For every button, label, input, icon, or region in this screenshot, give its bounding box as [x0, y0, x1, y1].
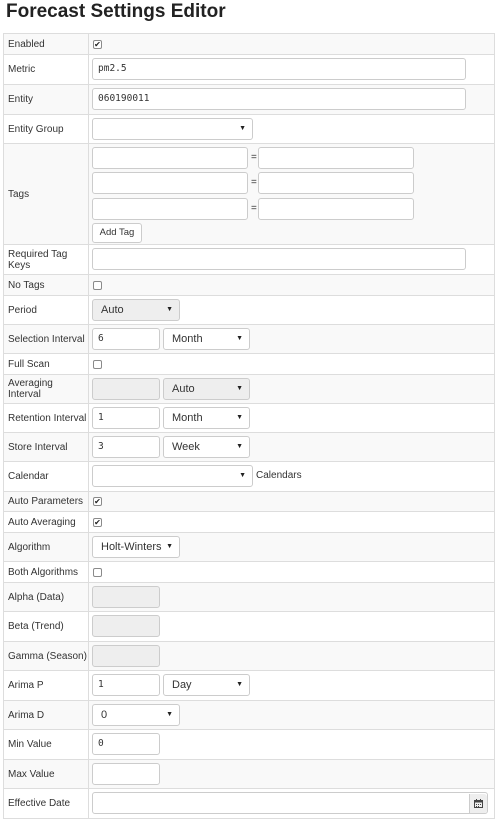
- metric-input[interactable]: pm2.5: [92, 58, 466, 80]
- chevron-down-icon: ▼: [236, 335, 243, 342]
- chevron-down-icon: ▼: [236, 385, 243, 392]
- enabled-checkbox[interactable]: ✔: [93, 40, 102, 49]
- chevron-down-icon: ▼: [239, 472, 246, 479]
- required-tag-keys-input[interactable]: [92, 248, 466, 270]
- entity-group-select[interactable]: ▼: [92, 118, 253, 140]
- selection-interval-unit-select[interactable]: Month ▼: [163, 328, 250, 350]
- chevron-down-icon: ▼: [236, 414, 243, 421]
- page-title: Forecast Settings Editor: [6, 1, 226, 22]
- alpha-input[interactable]: [92, 586, 160, 608]
- no-tags-label: No Tags: [3, 274, 89, 296]
- entity-label: Entity: [3, 84, 89, 115]
- no-tags-checkbox[interactable]: [93, 281, 102, 290]
- entity-group-label: Entity Group: [3, 114, 89, 144]
- max-value-label: Max Value: [3, 759, 89, 789]
- beta-label: Beta (Trend): [3, 611, 89, 642]
- store-interval-unit-select[interactable]: Week ▼: [163, 436, 250, 458]
- alpha-label: Alpha (Data): [3, 582, 89, 612]
- calendar-select[interactable]: ▼: [92, 465, 253, 487]
- averaging-interval-label: Averaging Interval: [3, 374, 89, 404]
- arima-p-unit-select[interactable]: Day ▼: [163, 674, 250, 696]
- tag-name-input-2[interactable]: [92, 172, 248, 194]
- both-algorithms-checkbox[interactable]: [93, 568, 102, 577]
- arima-d-select[interactable]: 0 ▼: [92, 704, 180, 726]
- enabled-label: Enabled: [3, 33, 89, 55]
- effective-date-input[interactable]: [92, 792, 488, 814]
- add-tag-button[interactable]: Add Tag: [92, 223, 142, 243]
- arima-d-label: Arima D: [3, 700, 89, 730]
- tag-value-input-1[interactable]: [258, 147, 414, 169]
- averaging-interval-count-input[interactable]: [92, 378, 160, 400]
- chevron-down-icon: ▼: [236, 443, 243, 450]
- tag-name-input-1[interactable]: [92, 147, 248, 169]
- auto-averaging-label: Auto Averaging: [3, 511, 89, 533]
- chevron-down-icon: ▼: [239, 125, 246, 132]
- tag-value-input-2[interactable]: [258, 172, 414, 194]
- required-tag-keys-label: Required Tag Keys: [3, 244, 89, 275]
- tag-equals-1: =: [251, 152, 257, 163]
- calendars-link[interactable]: Calendars: [256, 470, 302, 481]
- store-interval-label: Store Interval: [3, 432, 89, 462]
- max-value-input[interactable]: [92, 763, 160, 785]
- averaging-interval-unit-select[interactable]: Auto ▼: [163, 378, 250, 400]
- algorithm-label: Algorithm: [3, 532, 89, 562]
- gamma-label: Gamma (Season): [3, 641, 89, 671]
- chevron-down-icon: ▼: [166, 306, 173, 313]
- auto-parameters-label: Auto Parameters: [3, 491, 89, 512]
- metric-label: Metric: [3, 54, 89, 85]
- period-select[interactable]: Auto ▼: [92, 299, 180, 321]
- calendar-icon[interactable]: [469, 794, 487, 813]
- entity-input[interactable]: 060190011: [92, 88, 466, 110]
- tags-label: Tags: [3, 143, 89, 245]
- beta-input[interactable]: [92, 615, 160, 637]
- retention-interval-label: Retention Interval: [3, 403, 89, 433]
- arima-p-label: Arima P: [3, 670, 89, 701]
- tag-name-input-3[interactable]: [92, 198, 248, 220]
- gamma-input[interactable]: [92, 645, 160, 667]
- full-scan-checkbox[interactable]: [93, 360, 102, 369]
- auto-parameters-checkbox[interactable]: ✔: [93, 497, 102, 506]
- calendar-label: Calendar: [3, 461, 89, 492]
- chevron-down-icon: ▼: [236, 681, 243, 688]
- forecast-settings-form: Enabled ✔ Metric pm2.5 Entity 060190011 …: [3, 33, 495, 819]
- tag-equals-2: =: [251, 177, 257, 188]
- arima-p-count-input[interactable]: 1: [92, 674, 160, 696]
- full-scan-label: Full Scan: [3, 353, 89, 375]
- min-value-input[interactable]: 0: [92, 733, 160, 755]
- retention-interval-unit-select[interactable]: Month ▼: [163, 407, 250, 429]
- effective-date-label: Effective Date: [3, 788, 89, 819]
- chevron-down-icon: ▼: [166, 711, 173, 718]
- auto-averaging-checkbox[interactable]: ✔: [93, 518, 102, 527]
- selection-interval-label: Selection Interval: [3, 324, 89, 354]
- selection-interval-count-input[interactable]: 6: [92, 328, 160, 350]
- min-value-label: Min Value: [3, 729, 89, 760]
- tag-value-input-3[interactable]: [258, 198, 414, 220]
- both-algorithms-label: Both Algorithms: [3, 561, 89, 583]
- retention-interval-count-input[interactable]: 1: [92, 407, 160, 429]
- algorithm-select[interactable]: Holt-Winters ▼: [92, 536, 180, 558]
- store-interval-count-input[interactable]: 3: [92, 436, 160, 458]
- period-label: Period: [3, 295, 89, 325]
- chevron-down-icon: ▼: [166, 543, 173, 550]
- tag-equals-3: =: [251, 203, 257, 214]
